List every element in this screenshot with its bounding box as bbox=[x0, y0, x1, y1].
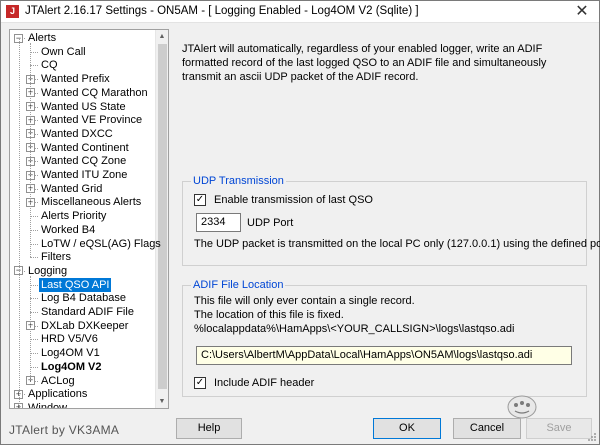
resize-grip-icon[interactable] bbox=[587, 432, 597, 442]
tree-item[interactable]: Worked B4 bbox=[39, 223, 97, 237]
settings-content-panel: JTAlert will automatically, regardless o… bbox=[176, 31, 600, 406]
adif-line-2: The location of this file is fixed. bbox=[194, 309, 344, 321]
tree-item[interactable]: Logging bbox=[26, 264, 69, 278]
tree-item[interactable]: Log B4 Database bbox=[39, 291, 128, 305]
tree-item[interactable]: Log4OM V1 bbox=[39, 346, 102, 360]
include-adif-header-checkbox[interactable]: ✓ bbox=[194, 377, 206, 389]
enable-udp-checkbox[interactable]: ✓ bbox=[194, 194, 206, 206]
tree-item[interactable]: Last QSO API bbox=[39, 277, 112, 292]
tree-item[interactable]: Wanted DXCC bbox=[39, 127, 115, 141]
jtalert-app-icon: J bbox=[6, 5, 19, 18]
udp-transmission-group: UDP Transmission ✓ Enable transmission o… bbox=[182, 175, 600, 266]
tree-item[interactable]: DXLab DXKeeper bbox=[39, 319, 130, 333]
udp-port-input[interactable]: 2334 bbox=[196, 213, 241, 232]
tree-item[interactable]: Alerts Priority bbox=[39, 209, 108, 223]
close-icon: ✕ bbox=[575, 3, 589, 20]
tree-item[interactable]: Wanted VE Province bbox=[39, 113, 144, 127]
adif-line-1: This file will only ever contain a singl… bbox=[194, 295, 415, 307]
tree-item[interactable]: Wanted Prefix bbox=[39, 72, 112, 86]
settings-window: J JTAlert 2.16.17 Settings - ON5AM - [ L… bbox=[0, 0, 600, 445]
udp-note: The UDP packet is transmitted on the loc… bbox=[194, 238, 600, 250]
tree-item[interactable]: ACLog bbox=[39, 374, 77, 388]
tree-item[interactable]: CQ bbox=[39, 58, 60, 72]
scroll-thumb[interactable] bbox=[158, 44, 167, 389]
adif-file-location-group: ADIF File Location This file will only e… bbox=[182, 279, 587, 397]
udp-port-label: UDP Port bbox=[247, 217, 294, 229]
tree-scrollbar[interactable]: ▲ ▼ bbox=[155, 30, 168, 408]
title-bar: J JTAlert 2.16.17 Settings - ON5AM - [ L… bbox=[1, 1, 599, 23]
cancel-button[interactable]: Cancel bbox=[453, 418, 521, 439]
close-window-button[interactable]: ✕ bbox=[565, 1, 599, 23]
tree-item[interactable]: Own Call bbox=[39, 45, 88, 59]
tree-item[interactable]: Filters bbox=[39, 250, 73, 264]
enable-udp-label: Enable transmission of last QSO bbox=[214, 194, 373, 206]
tree-item[interactable]: Wanted CQ Marathon bbox=[39, 86, 150, 100]
tree-item[interactable]: Standard ADIF File bbox=[39, 305, 136, 319]
settings-tree[interactable]: ▲ ▼ Alerts − Own Call CQ Wanted Prefix + Wante… bbox=[9, 29, 169, 409]
tree-item[interactable]: Wanted CQ Zone bbox=[39, 154, 128, 168]
tree-item[interactable]: Wanted US State bbox=[39, 100, 128, 114]
tree-item[interactable]: HRD V5/V6 bbox=[39, 332, 100, 346]
adif-group-title: ADIF File Location bbox=[191, 279, 286, 292]
adif-line-3: %localappdata%\HamApps\<YOUR_CALLSIGN>\l… bbox=[194, 323, 515, 335]
scroll-down-arrow-icon[interactable]: ▼ bbox=[156, 395, 168, 408]
adif-path-field[interactable]: C:\Users\AlbertM\AppData\Local\HamApps\O… bbox=[196, 346, 572, 365]
tree-item[interactable]: Wanted Continent bbox=[39, 141, 131, 155]
window-title: JTAlert 2.16.17 Settings - ON5AM - [ Log… bbox=[25, 5, 419, 17]
help-button[interactable]: Help bbox=[176, 418, 242, 439]
tree-item[interactable]: Miscellaneous Alerts bbox=[39, 195, 143, 209]
tree-item[interactable]: Log4OM V2 bbox=[39, 360, 104, 374]
ok-button[interactable]: OK bbox=[373, 418, 441, 439]
tree-item[interactable]: Wanted ITU Zone bbox=[39, 168, 129, 182]
tree-item[interactable]: LoTW / eQSL(AG) Flags bbox=[39, 237, 163, 251]
scroll-up-arrow-icon[interactable]: ▲ bbox=[156, 30, 168, 43]
tree-item[interactable]: Applications bbox=[26, 387, 89, 401]
tree-item[interactable]: Wanted Grid bbox=[39, 182, 104, 196]
intro-text: JTAlert will automatically, regardless o… bbox=[182, 43, 547, 83]
hamapps-logo-icon bbox=[507, 395, 537, 419]
udp-group-title: UDP Transmission bbox=[191, 175, 286, 188]
brand-label: JTAlert by VK3AMA bbox=[9, 423, 120, 437]
include-adif-header-label: Include ADIF header bbox=[214, 377, 315, 389]
save-button[interactable]: Save bbox=[526, 418, 592, 439]
tree-item[interactable]: Window bbox=[26, 401, 69, 408]
